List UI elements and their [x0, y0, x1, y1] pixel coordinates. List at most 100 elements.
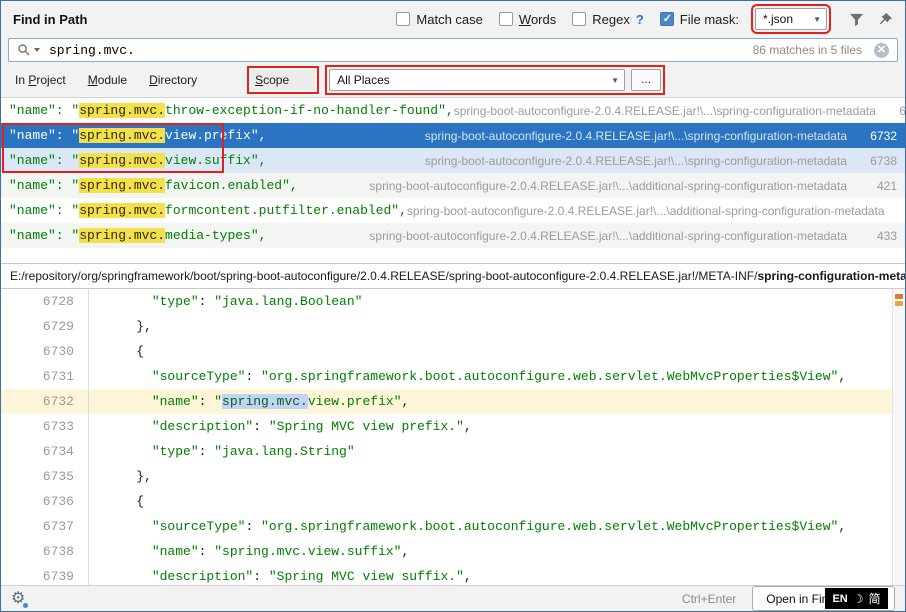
scope-tab[interactable]: Scope	[251, 70, 315, 90]
regex-checkbox[interactable]: Regex ?	[572, 12, 644, 27]
line-number: 6733	[1, 414, 89, 439]
result-row[interactable]: "name": "spring.mvc.view.prefix", spring-…	[1, 123, 905, 148]
result-file-path: spring-boot-autoconfigure-2.0.4.RELEASE.…	[369, 229, 847, 243]
regex-label: Regex	[592, 12, 630, 27]
chevron-down-icon: ▼	[813, 15, 821, 24]
words-checkbox[interactable]: Words	[499, 12, 556, 27]
editor-line: 6737 "sourceType": "org.springframework.…	[1, 514, 905, 539]
editor-line: 6730 {	[1, 339, 905, 364]
scope-select[interactable]: All Places ▼	[329, 69, 625, 91]
clear-search-icon[interactable]: ✕	[874, 43, 889, 58]
scope-in-project[interactable]: In Project	[15, 73, 66, 87]
chevron-down-icon: ▼	[611, 76, 619, 85]
search-query-text: spring.mvc.	[49, 43, 135, 58]
result-line-number: 421	[853, 179, 897, 193]
search-row: spring.mvc. 86 matches in 5 files ✕	[1, 37, 905, 63]
code-text[interactable]: "name": "spring.mvc.view.prefix",	[89, 389, 409, 414]
scope-directory[interactable]: Directory	[149, 73, 197, 87]
line-number: 6735	[1, 464, 89, 489]
error-stripe-mark[interactable]	[895, 301, 903, 306]
ime-mode-label: EN	[832, 593, 847, 605]
match-highlight: spring.mvc.	[79, 153, 165, 168]
scope-module[interactable]: Module	[88, 73, 127, 87]
result-row[interactable]: "name": "spring.mvc.view.suffix",spring-…	[1, 148, 905, 173]
search-icon	[17, 43, 31, 57]
match-highlight: spring.mvc.	[79, 203, 165, 218]
editor-scrollbar[interactable]	[892, 289, 905, 585]
regex-help-icon[interactable]: ?	[636, 12, 644, 27]
filter-icon[interactable]	[849, 12, 864, 27]
line-number: 6732	[1, 389, 89, 414]
ime-lang-label: 简	[869, 590, 881, 607]
result-text: "name": "spring.mvc.view.suffix",	[9, 153, 266, 168]
match-count: 86 matches in 5 files	[753, 43, 862, 57]
code-text[interactable]: "name": "spring.mvc.view.suffix",	[89, 539, 409, 564]
dialog-title: Find in Path	[13, 12, 87, 27]
editor-line: 6739 "description": "Spring MVC view suf…	[1, 564, 905, 585]
editor-line: 6731 "sourceType": "org.springframework.…	[1, 364, 905, 389]
line-number: 6737	[1, 514, 89, 539]
match-case-checkbox[interactable]: Match case	[396, 12, 482, 27]
editor-line: 6734 "type": "java.lang.String"	[1, 439, 905, 464]
settings-gear-icon[interactable]: ⚙	[11, 591, 25, 607]
line-number: 6728	[1, 289, 89, 314]
find-in-path-dialog: Find in Path Match case Words Regex ? Fi…	[0, 0, 906, 612]
code-text[interactable]: },	[89, 464, 152, 489]
result-file-path: spring-boot-autoconfigure-2.0.4.RELEASE.…	[369, 179, 847, 193]
footer-bar: ⚙ Ctrl+Enter Open in Find Window EN ☽ 简	[1, 585, 905, 611]
result-row[interactable]: "name": "spring.mvc.favicon.enabled",spr…	[1, 173, 905, 198]
result-text: "name": "spring.mvc.throw-exception-if-n…	[9, 103, 454, 118]
scope-bar: In Project Module Directory Scope All Pl…	[1, 63, 905, 97]
shortcut-hint: Ctrl+Enter	[682, 592, 736, 606]
code-text[interactable]: },	[89, 314, 152, 339]
result-row[interactable]: "name": "spring.mvc.formcontent.putfilte…	[1, 198, 905, 223]
editor-line: 6728 "type": "java.lang.Boolean"	[1, 289, 905, 314]
match-case-box[interactable]	[396, 12, 410, 26]
search-history-button[interactable]	[17, 43, 40, 57]
file-path-normal: E:/repository/org/springframework/boot/s…	[10, 269, 757, 283]
scope-more-button[interactable]: ...	[631, 69, 661, 91]
code-text[interactable]: "sourceType": "org.springframework.boot.…	[89, 514, 846, 539]
line-number: 6730	[1, 339, 89, 364]
ime-indicator[interactable]: EN ☽ 简	[825, 588, 888, 609]
moon-icon: ☽	[853, 592, 864, 606]
result-row[interactable]: "name": "spring.mvc.media-types", spring-…	[1, 223, 905, 248]
search-input[interactable]: spring.mvc. 86 matches in 5 files ✕	[8, 38, 898, 62]
code-text[interactable]: "type": "java.lang.String"	[89, 439, 355, 464]
result-text: "name": "spring.mvc.favicon.enabled",	[9, 178, 298, 193]
editor-line: 6738 "name": "spring.mvc.view.suffix",	[1, 539, 905, 564]
result-text: "name": "spring.mvc.formcontent.putfilte…	[9, 203, 407, 218]
line-number: 6734	[1, 439, 89, 464]
scope-select-value: All Places	[337, 73, 390, 87]
editor-lines: 6728 "type": "java.lang.Boolean"6729 },6…	[1, 289, 905, 585]
code-text[interactable]: {	[89, 339, 144, 364]
words-label: Words	[519, 12, 556, 27]
code-text[interactable]: {	[89, 489, 144, 514]
pin-icon[interactable]	[878, 12, 893, 27]
editor-line: 6732 "name": "spring.mvc.view.prefix",	[1, 389, 905, 414]
code-text[interactable]: "sourceType": "org.springframework.boot.…	[89, 364, 846, 389]
error-stripe-mark[interactable]	[895, 294, 903, 299]
file-mask-checkbox[interactable]: File mask:	[660, 12, 739, 27]
line-number: 6738	[1, 539, 89, 564]
file-mask-box[interactable]	[660, 12, 674, 26]
result-row[interactable]: "name": "spring.mvc.throw-exception-if-n…	[1, 98, 905, 123]
code-text[interactable]: "type": "java.lang.Boolean"	[89, 289, 362, 314]
file-mask-combo[interactable]: *.json ▼	[755, 8, 827, 30]
editor-preview[interactable]: 6728 "type": "java.lang.Boolean"6729 },6…	[1, 289, 905, 585]
result-line-number: 427	[891, 204, 906, 218]
regex-box[interactable]	[572, 12, 586, 26]
words-box[interactable]	[499, 12, 513, 26]
result-text: "name": "spring.mvc.view.prefix",	[9, 128, 266, 143]
result-file-path: spring-boot-autoconfigure-2.0.4.RELEASE.…	[425, 129, 847, 143]
file-mask-label: File mask:	[680, 12, 739, 27]
scope-controls: All Places ▼ ...	[329, 69, 661, 91]
code-text[interactable]: "description": "Spring MVC view prefix."…	[89, 414, 472, 439]
match-highlight: spring.mvc.	[79, 228, 165, 243]
match-highlight: spring.mvc.	[79, 178, 165, 193]
result-file-path: spring-boot-autoconfigure-2.0.4.RELEASE.…	[454, 104, 876, 118]
result-text: "name": "spring.mvc.media-types",	[9, 228, 266, 243]
result-line-number: 433	[853, 229, 897, 243]
editor-line: 6735 },	[1, 464, 905, 489]
code-text[interactable]: "description": "Spring MVC view suffix."…	[89, 564, 472, 585]
